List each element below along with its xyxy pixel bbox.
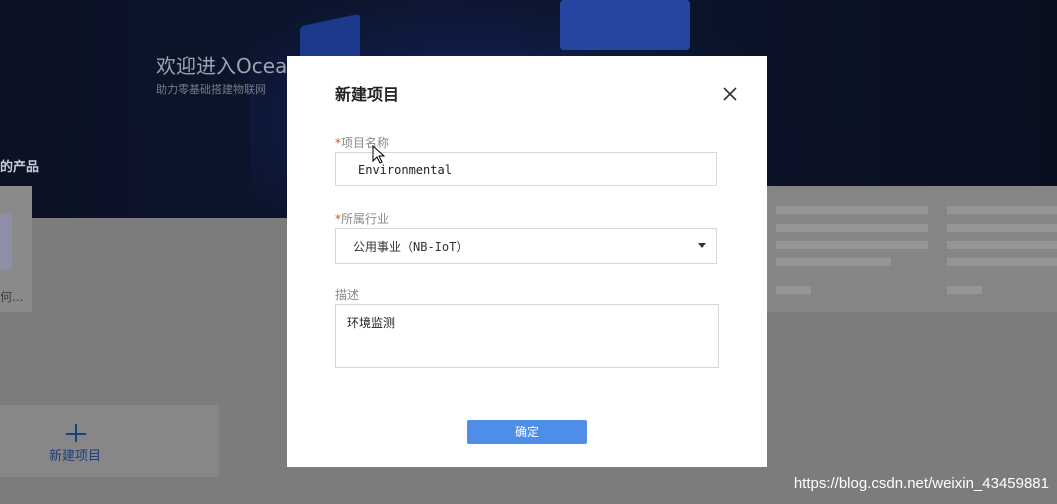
skeleton-line [776,258,891,266]
mouse-cursor-icon [372,144,386,165]
product-thumbnail [0,214,12,270]
industry-label: *所属行业 [335,210,389,227]
product-card[interactable]: 何... [0,186,32,312]
industry-select[interactable]: 公用事业（NB-IoT） [335,228,717,264]
close-icon[interactable] [720,84,740,104]
description-textarea[interactable]: 环境监测 [335,304,719,368]
skeleton-line [776,224,928,232]
skeleton-line [947,241,1057,249]
new-project-card[interactable]: 新建项目 [0,405,219,477]
industry-selected-value: 公用事业（NB-IoT） [353,240,469,254]
skeleton-line [947,206,1057,214]
new-project-dialog: 新建项目 *项目名称 Environmental *所属行业 公用事业（NB-I… [287,56,767,467]
confirm-button[interactable]: 确定 [467,420,587,444]
dialog-title: 新建项目 [335,85,400,104]
skeleton-line [947,224,1057,232]
industry-label-text: 所属行业 [341,212,390,226]
banner-title: 欢迎进入Ocea [156,54,288,78]
skeleton-line [776,206,928,214]
chevron-down-icon [698,243,706,248]
description-value: 环境监测 [347,316,396,330]
new-project-label: 新建项目 [49,449,102,464]
project-name-value: Environmental [358,163,452,177]
product-caption: 何... [0,290,24,304]
products-section-title: 的产品 [0,160,40,175]
info-panel-placeholder [767,186,1057,312]
watermark: https://blog.csdn.net/weixin_43459881 [793,475,1049,492]
skeleton-line [947,286,982,294]
skeleton-line [776,286,811,294]
skeleton-line [947,258,1057,266]
banner-subtitle: 助力零基础搭建物联网 [156,83,266,96]
description-label: 描述 [335,288,360,302]
skeleton-line [776,241,928,249]
project-name-input[interactable]: Environmental [335,152,717,186]
banner-illustration-screen [560,0,690,50]
plus-icon [64,422,88,446]
